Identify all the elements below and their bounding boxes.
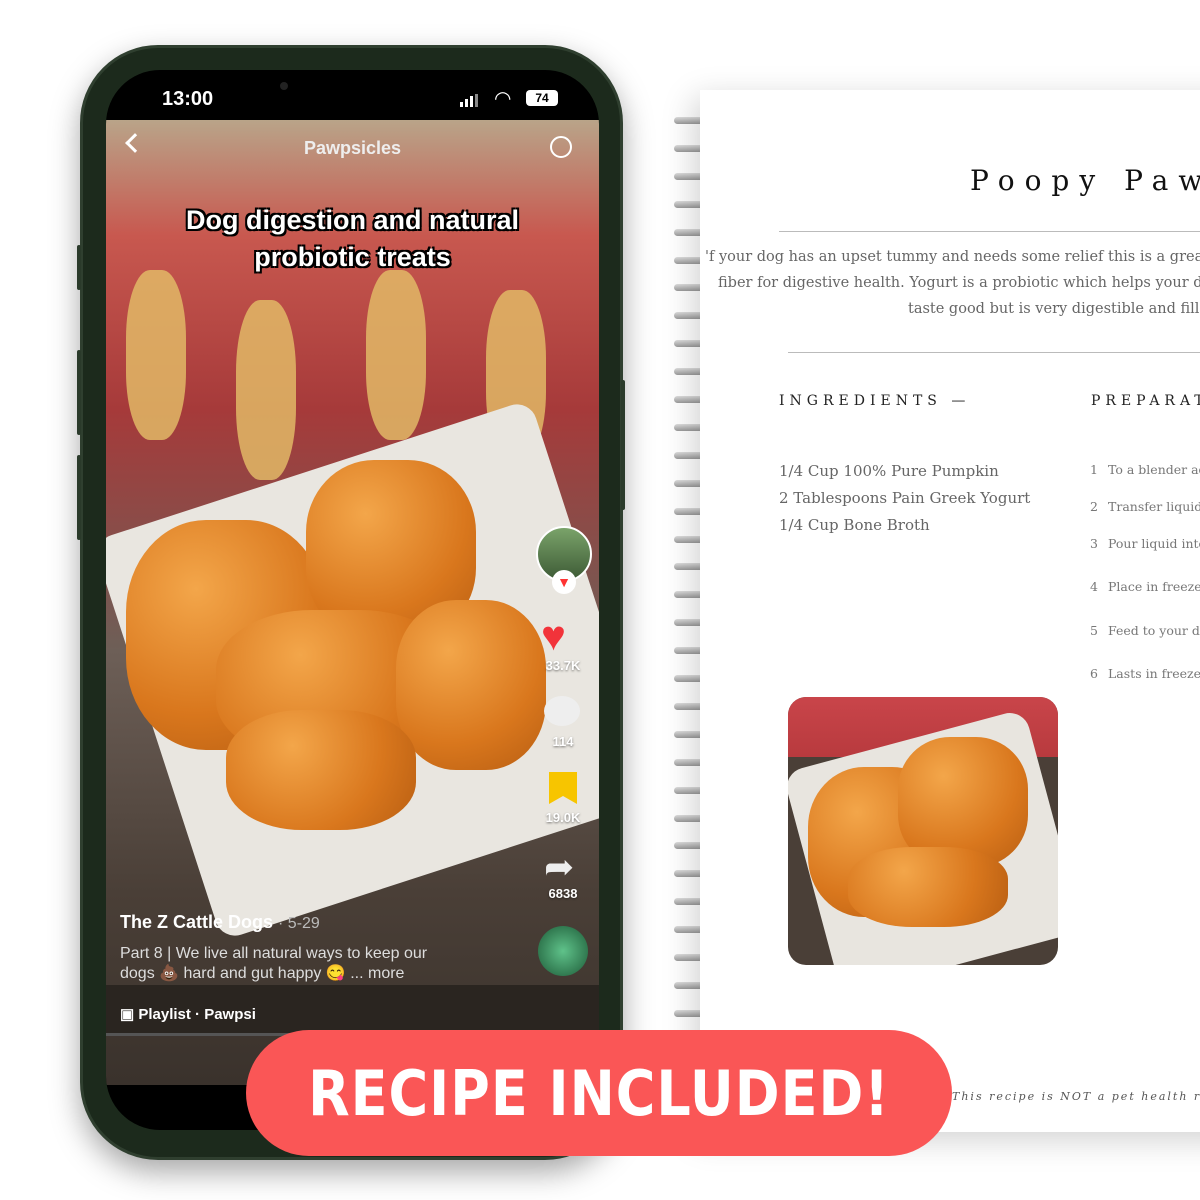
status-time: 13:00 xyxy=(162,88,214,110)
recipe-included-banner: RECIPE INCLUDED! xyxy=(246,1030,952,1156)
music-disc[interactable] xyxy=(538,926,588,976)
preparation-step: 4 Place in freezer xyxy=(1090,579,1200,594)
video-description: Part 8 | We live all natural ways to kee… xyxy=(120,944,427,984)
intro-line: fiber for digestive health. Yogurt is a … xyxy=(718,275,1200,291)
preparation-step: 5Feed to your dog xyxy=(1090,623,1200,638)
banner-label: RECIPE INCLUDED! xyxy=(308,1056,890,1130)
ingredient: 2 Tablespoons Pain Greek Yogurt xyxy=(779,489,1031,507)
ingredients-list: 1/4 Cup 100% Pure Pumpkin 2 Tablespoons … xyxy=(779,458,1030,539)
recipe-page: Poopy Pawp 'f your dog has an upset tumm… xyxy=(700,90,1200,1132)
stage: Poopy Pawp 'f your dog has an upset tumm… xyxy=(0,0,1200,1200)
description-line[interactable]: dogs 💩 hard and gut happy 😋 ... more xyxy=(120,964,427,984)
description-line: Part 8 | We live all natural ways to kee… xyxy=(120,945,428,962)
recipe-title: Poopy Pawp xyxy=(970,164,1200,197)
recipe-photo xyxy=(788,697,1058,965)
ingredients-heading: INGREDIENTS — xyxy=(779,393,971,409)
ingredient: 1/4 Cup 100% Pure Pumpkin xyxy=(779,462,999,480)
preparation-step: 1To a blender add xyxy=(1090,462,1200,477)
preparation-step: 6Lasts in freezer f xyxy=(1090,666,1200,681)
playlist-link[interactable]: ▣ Playlist · Pawpsi xyxy=(120,1005,256,1023)
author-name[interactable]: The Z Cattle Dogs · 5-29 xyxy=(120,912,320,933)
wifi-icon: ◠ xyxy=(494,88,512,110)
divider xyxy=(779,231,1200,232)
like-count: 33.7K xyxy=(545,658,581,673)
disclaimer: This recipe is NOT a pet health recomme xyxy=(952,1090,1200,1103)
intro-line: 'f your dog has an upset tummy and needs… xyxy=(705,249,1200,265)
intro-line: taste good but is very digestible and fi… xyxy=(908,301,1200,317)
comment-count: 114 xyxy=(552,734,574,749)
search-icon[interactable] xyxy=(550,136,572,158)
preparation-heading: PREPARAT xyxy=(1091,393,1200,409)
battery-icon: 74 xyxy=(526,90,558,106)
follow-icon[interactable]: ▼ xyxy=(552,570,576,594)
caption-line: probiotic treats xyxy=(254,242,451,272)
share-icon[interactable]: ➦ xyxy=(544,846,574,888)
phone-screen: 13:00 ◠ 74 Pawpsicles Dog digestion and … xyxy=(106,70,599,1130)
header-title: Pawpsicles xyxy=(303,138,402,158)
caption-line: Dog digestion and natural xyxy=(185,205,519,235)
divider xyxy=(788,352,1200,353)
preparation-step: 2Transfer liquid t xyxy=(1090,499,1200,514)
preparation-step: 3 Pour liquid into xyxy=(1090,536,1200,551)
post-date: · 5-29 xyxy=(278,915,320,932)
comment-icon[interactable] xyxy=(544,696,580,726)
save-count: 19.0K xyxy=(545,810,581,825)
signal-icon xyxy=(460,94,478,107)
share-count: 6838 xyxy=(548,886,578,901)
heart-icon[interactable]: ♥ xyxy=(541,612,566,660)
ingredient: 1/4 Cup Bone Broth xyxy=(779,516,930,534)
